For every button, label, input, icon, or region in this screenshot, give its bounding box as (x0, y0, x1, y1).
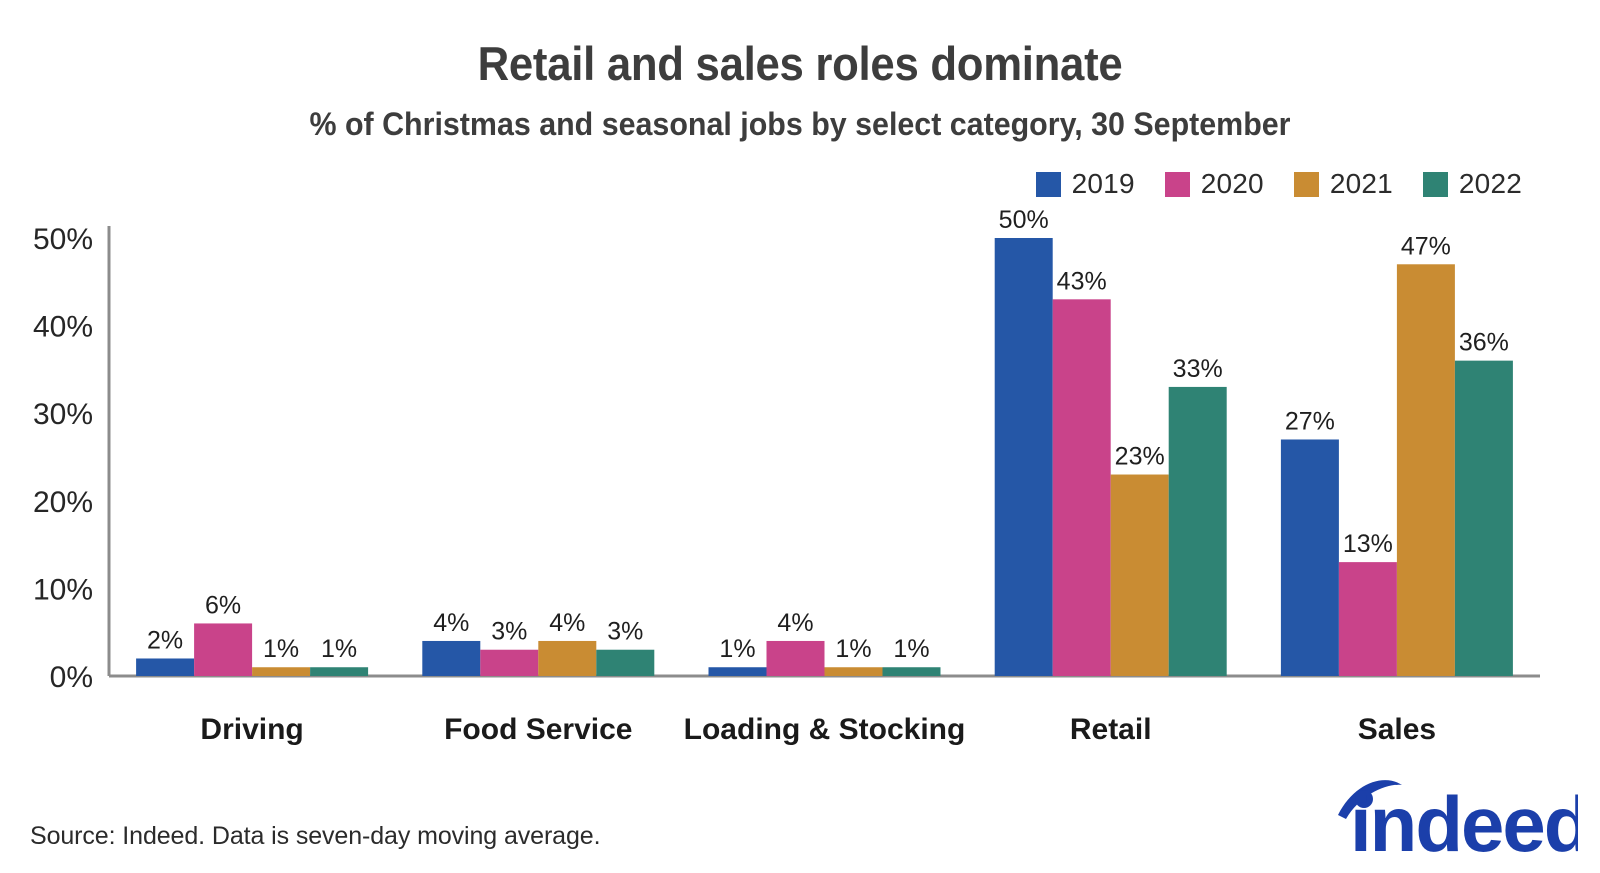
bar-value-label: 1% (835, 635, 871, 663)
bar-value-label: 1% (719, 635, 755, 663)
bar-2022-retail[interactable] (1168, 386, 1227, 676)
bar-2020-driving[interactable] (194, 623, 253, 676)
bar-value-label: 1% (321, 635, 357, 663)
legend-item-2019[interactable]: 2019 (1035, 168, 1135, 200)
bar-value-label: 23% (1115, 443, 1165, 471)
y-axis-tick-40%: 40% (33, 311, 93, 344)
chart-page: Retail and sales roles dominate % of Chr… (0, 0, 1600, 873)
indeed-logo: indeed (1338, 780, 1578, 857)
legend-item-2021[interactable]: 2021 (1293, 168, 1393, 200)
legend-swatch-2019 (1035, 171, 1061, 197)
bar-2019-food-service[interactable] (422, 640, 481, 676)
x-axis-category-driving: Driving (200, 713, 303, 746)
bar-value-label: 1% (893, 635, 929, 663)
bar-2019-retail[interactable] (994, 238, 1053, 676)
bar-value-label: 50% (999, 206, 1049, 234)
source-note: Source: Indeed. Data is seven-day moving… (30, 822, 601, 850)
y-axis-tick-50%: 50% (33, 223, 93, 256)
bar-2019-driving[interactable] (136, 658, 195, 676)
y-axis-tick-20%: 20% (33, 486, 93, 519)
bar-2020-food-service[interactable] (480, 649, 539, 676)
bar-value-label: 1% (263, 635, 299, 663)
bar-2019-loading-stocking[interactable] (708, 667, 767, 676)
bar-2021-driving[interactable] (252, 667, 311, 676)
bar-2021-loading-stocking[interactable] (824, 667, 883, 676)
page-title: Retail and sales roles dominate (477, 37, 1123, 90)
bar-2020-retail[interactable] (1052, 299, 1111, 676)
bar-2019-sales[interactable] (1280, 439, 1339, 676)
bar-value-label: 27% (1285, 407, 1335, 435)
bar-value-label: 4% (433, 609, 469, 637)
bar-2022-sales[interactable] (1454, 360, 1513, 676)
bar-2021-food-service[interactable] (538, 640, 597, 676)
bar-2020-sales[interactable] (1338, 562, 1397, 676)
legend-swatch-2021 (1293, 171, 1319, 197)
bar-value-label: 4% (549, 609, 585, 637)
bar-value-label: 3% (607, 618, 643, 646)
legend-label-2019: 2019 (1071, 168, 1135, 199)
x-axis-category-loading-stocking: Loading & Stocking (684, 713, 966, 746)
chart-subtitle: % of Christmas and seasonal jobs by sele… (309, 106, 1291, 142)
y-axis-tick-30%: 30% (33, 398, 93, 431)
bar-value-label: 6% (205, 591, 241, 619)
legend-swatch-2020 (1164, 171, 1190, 197)
x-axis-category-food-service: Food Service (444, 713, 632, 746)
bar-group-driving: 2% 6% 1% 1% Driving (136, 591, 369, 746)
bar-group-food-service: 4% 3% 4% 3% Food Service (422, 609, 655, 746)
bar-value-label: 13% (1343, 530, 1393, 558)
bar-value-label: 2% (147, 626, 183, 654)
bar-2022-food-service[interactable] (596, 649, 655, 676)
bar-value-label: 36% (1459, 329, 1509, 357)
y-axis-tick-10%: 10% (33, 573, 93, 606)
bar-group-retail: 50% 43% 23% 33% Retail (994, 206, 1227, 746)
bar-value-label: 4% (777, 609, 813, 637)
bar-value-label: 33% (1173, 355, 1223, 383)
bar-2022-driving[interactable] (310, 667, 369, 676)
legend-label-2022: 2022 (1458, 168, 1522, 199)
bar-2021-sales[interactable] (1396, 264, 1455, 676)
bar-value-label: 43% (1057, 267, 1107, 295)
y-axis-tick-0%: 0% (50, 661, 93, 694)
bar-group-loading-stocking: 1% 4% 1% 1% Loading & Stocking (684, 609, 966, 746)
bar-2021-retail[interactable] (1110, 474, 1169, 676)
legend-item-2022[interactable]: 2022 (1422, 168, 1522, 200)
chart-legend: 2019 2020 2021 2022 (1006, 168, 1522, 200)
bar-2022-loading-stocking[interactable] (882, 667, 941, 676)
legend-label-2021: 2021 (1329, 168, 1393, 199)
legend-item-2020[interactable]: 2020 (1164, 168, 1264, 200)
bar-value-label: 47% (1401, 232, 1451, 260)
x-axis-category-retail: Retail (1070, 713, 1152, 746)
bar-2020-loading-stocking[interactable] (766, 640, 825, 676)
legend-swatch-2022 (1422, 171, 1448, 197)
legend-label-2020: 2020 (1200, 168, 1264, 199)
bar-group-sales: 27% 13% 47% 36% Sales (1280, 232, 1513, 746)
x-axis-category-sales: Sales (1358, 713, 1436, 746)
logo-wordmark: indeed (1350, 780, 1578, 857)
bar-value-label: 3% (491, 618, 527, 646)
